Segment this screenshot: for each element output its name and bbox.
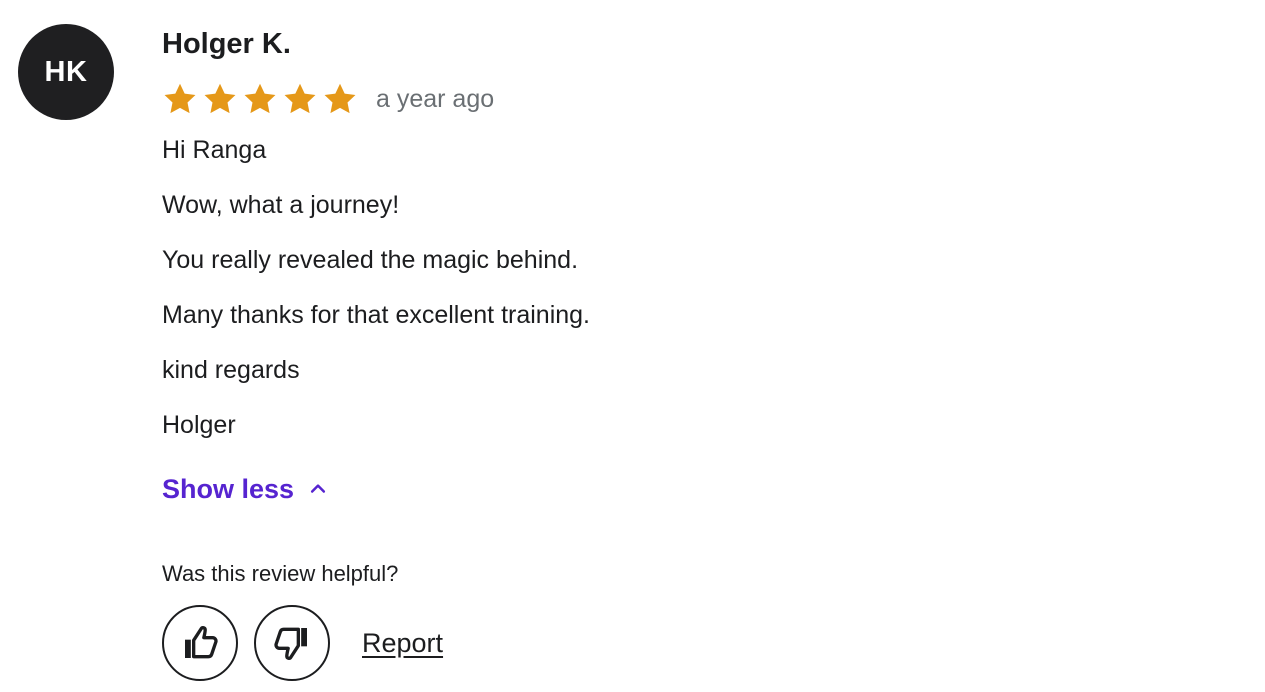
thumbs-down-button[interactable] [254, 605, 330, 681]
show-less-label: Show less [162, 474, 295, 504]
review-timestamp: a year ago [376, 84, 495, 113]
review-line: Holger [162, 411, 236, 439]
thumbs-up-icon [185, 626, 218, 659]
star-rating [162, 81, 358, 117]
review-card: Holger K. a year ago Hi Ranga Wow, what … [162, 24, 1242, 681]
star-icon [244, 83, 276, 114]
star-icon [204, 83, 236, 114]
rating-row: a year ago [162, 80, 1242, 118]
reviewer-name: Holger K. [162, 28, 291, 60]
review-line: kind regards [162, 356, 300, 384]
star-icon [164, 83, 196, 114]
review-line: Many thanks for that excellent training. [162, 301, 591, 329]
avatar: HK [18, 24, 114, 120]
thumbs-down-icon [274, 627, 307, 660]
review-line: Hi Ranga [162, 136, 267, 164]
show-less-button[interactable]: Show less [162, 469, 328, 509]
review-body: Hi Ranga Wow, what a journey! You really… [162, 134, 1242, 442]
review-actions: Report [162, 605, 1242, 681]
helpful-question: Was this review helpful? [162, 561, 399, 586]
thumbs-up-button[interactable] [162, 605, 238, 681]
avatar-initials: HK [44, 55, 88, 88]
review-line: Wow, what a journey! [162, 191, 400, 219]
star-icon [284, 83, 316, 114]
report-link[interactable]: Report [362, 628, 443, 659]
star-icon [324, 83, 356, 114]
review-line: You really revealed the magic behind. [162, 246, 579, 274]
chevron-up-icon [310, 484, 326, 493]
